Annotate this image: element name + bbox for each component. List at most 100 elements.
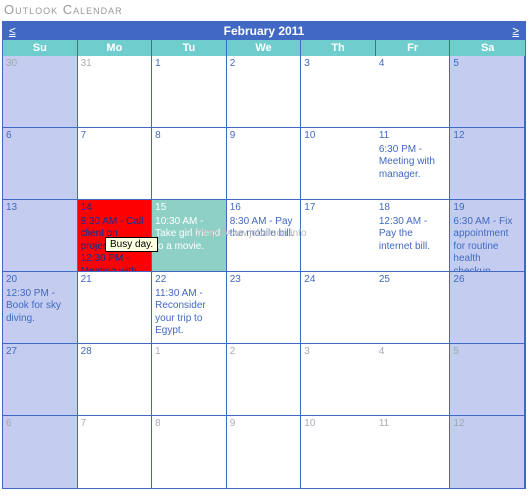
day-cell[interactable]: 31 [78,56,153,128]
day-number: 7 [81,130,149,143]
day-number: 26 [453,274,521,287]
day-cell[interactable]: 116:30 PM - Meeting with manager. [376,128,451,200]
day-cell[interactable]: 13 [3,200,78,272]
day-number: 24 [304,274,373,287]
day-cell[interactable]: 10 [301,416,376,488]
day-number: 21 [81,274,149,287]
day-number: 13 [6,202,74,215]
dow-th: Th [301,40,376,56]
day-cell[interactable]: 3 [301,56,376,128]
calendar-grid: ©http://www.jebarson.info Busy day. 3031… [3,56,525,488]
day-cell[interactable]: 6 [3,128,78,200]
day-cell[interactable]: 148:30 AM - Call client on project statu… [78,200,153,272]
day-number: 22 [155,274,223,287]
event-text: 11:30 AM - Reconsider your trip to Egypt… [155,288,223,338]
day-cell[interactable]: 168:30 AM - Pay the mobile bill. [227,200,302,272]
day-number: 30 [6,58,74,71]
day-cell[interactable]: 23 [227,272,302,344]
day-cell[interactable]: 21 [78,272,153,344]
event-text: 10:30 AM - Take girl friend to a movie. [155,216,223,254]
prev-month-button[interactable]: ≤ [3,22,22,40]
day-of-week-row: Su Mo Tu We Th Fr Sa [3,40,525,56]
event-text: 6:30 AM - Fix appointment for routine he… [453,216,521,273]
day-cell[interactable]: 10 [301,128,376,200]
day-cell[interactable]: 30 [3,56,78,128]
day-cell[interactable]: 1 [152,56,227,128]
event-text: 12:30 AM - Pay the internet bill. [379,216,447,254]
day-number: 23 [230,274,298,287]
day-number: 31 [81,58,149,71]
day-cell[interactable]: 26 [450,272,525,344]
event-text: 8:30 AM - Pay the mobile bill. [230,216,298,241]
dow-fr: Fr [376,40,451,56]
day-number: 19 [453,202,521,215]
day-number: 14 [81,202,149,215]
day-number: 4 [379,346,447,359]
month-label: February 2011 [3,22,525,40]
day-number: 10 [304,418,373,431]
day-cell[interactable]: 9 [227,128,302,200]
day-cell[interactable]: 4 [376,344,451,416]
day-number: 11 [379,130,447,143]
day-number: 8 [155,418,223,431]
day-cell[interactable]: 25 [376,272,451,344]
day-cell[interactable]: 6 [3,416,78,488]
day-cell[interactable]: 2211:30 AM - Reconsider your trip to Egy… [152,272,227,344]
day-cell[interactable]: 196:30 AM - Fix appointment for routine … [450,200,525,272]
day-cell[interactable]: 5 [450,56,525,128]
day-cell[interactable]: 2012:30 PM - Book for sky diving. [3,272,78,344]
day-cell[interactable]: 3 [301,344,376,416]
day-cell[interactable]: 24 [301,272,376,344]
dow-tu: Tu [152,40,227,56]
app-title: Outlook Calendar [0,0,530,21]
day-number: 3 [304,58,373,71]
day-cell[interactable]: 17 [301,200,376,272]
event-text: 12:30 PM - Book for sky diving. [6,288,74,326]
dow-we: We [227,40,302,56]
calendar-header: ≤ February 2011 ≥ [3,22,525,40]
day-cell[interactable]: 2 [227,344,302,416]
day-number: 12 [453,130,521,143]
day-number: 2 [230,58,298,71]
day-cell[interactable]: 1 [152,344,227,416]
day-number: 16 [230,202,298,215]
day-number: 11 [379,418,447,431]
tooltip: Busy day. [105,237,158,252]
day-cell[interactable]: 8 [152,128,227,200]
day-cell[interactable]: 12 [450,128,525,200]
day-cell[interactable]: 2 [227,56,302,128]
day-number: 27 [6,346,74,359]
day-number: 10 [304,130,373,143]
day-number: 20 [6,274,74,287]
day-cell[interactable]: 28 [78,344,153,416]
day-cell[interactable]: 4 [376,56,451,128]
day-cell[interactable]: 8 [152,416,227,488]
day-cell[interactable]: 9 [227,416,302,488]
calendar: ≤ February 2011 ≥ Su Mo Tu We Th Fr Sa ©… [2,21,526,489]
day-cell[interactable]: 11 [376,416,451,488]
day-cell[interactable]: 7 [78,416,153,488]
day-number: 9 [230,130,298,143]
day-cell[interactable]: 12 [450,416,525,488]
day-cell[interactable]: 1510:30 AM - Take girl friend to a movie… [152,200,227,272]
next-month-button[interactable]: ≥ [506,22,525,40]
day-number: 5 [453,58,521,71]
day-cell[interactable]: 27 [3,344,78,416]
day-cell[interactable]: 7 [78,128,153,200]
day-number: 4 [379,58,447,71]
day-number: 28 [81,346,149,359]
day-number: 6 [6,418,74,431]
dow-mo: Mo [78,40,153,56]
day-number: 17 [304,202,373,215]
day-number: 15 [155,202,223,215]
day-number: 2 [230,346,298,359]
day-cell[interactable]: 5 [450,344,525,416]
day-number: 9 [230,418,298,431]
event-text: 6:30 PM - Meeting with manager. [379,144,447,182]
day-number: 25 [379,274,447,287]
day-cell[interactable]: 1812:30 AM - Pay the internet bill. [376,200,451,272]
day-number: 18 [379,202,447,215]
day-number: 7 [81,418,149,431]
day-number: 6 [6,130,74,143]
day-number: 1 [155,346,223,359]
